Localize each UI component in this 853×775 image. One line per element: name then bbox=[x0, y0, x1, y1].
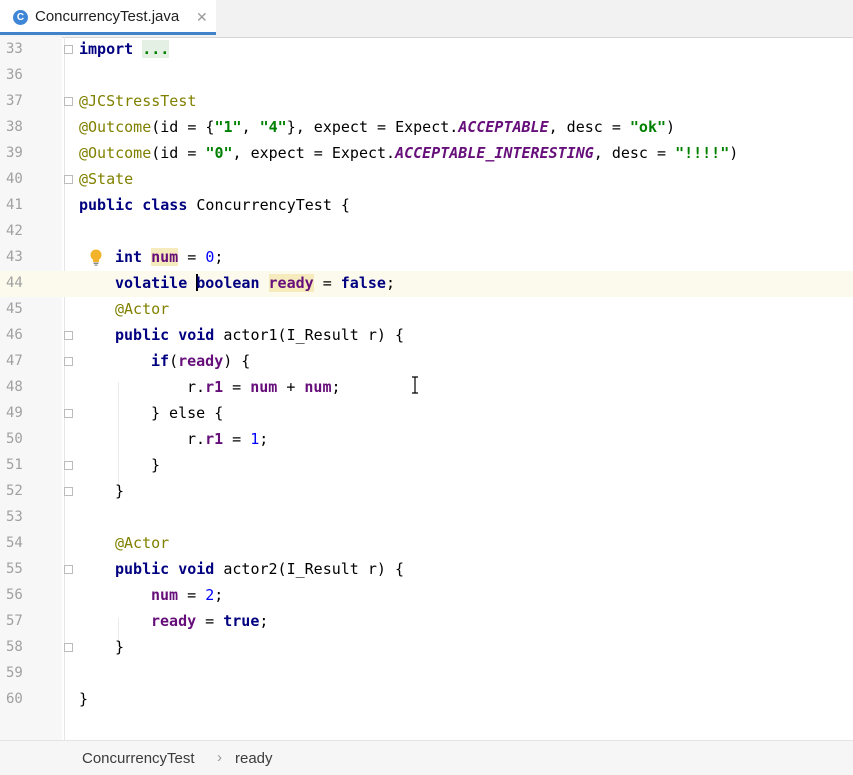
breadcrumb: ConcurrencyTest › ready bbox=[0, 740, 853, 775]
code-text: } bbox=[151, 456, 161, 474]
line-number: 47 bbox=[6, 353, 23, 369]
close-icon[interactable]: ✕ bbox=[196, 9, 208, 26]
code-text: public void actor1(I_Result r) { bbox=[115, 326, 404, 344]
line-number: 56 bbox=[6, 587, 23, 603]
code-line-33: 33 import ... bbox=[0, 37, 853, 63]
code-line-51: 51 } bbox=[0, 453, 853, 479]
code-line-60: 60 } bbox=[0, 687, 853, 713]
java-class-icon: C bbox=[13, 10, 28, 25]
line-number: 41 bbox=[6, 197, 23, 213]
breadcrumb-item-class[interactable]: ConcurrencyTest bbox=[82, 750, 195, 767]
code-line-47: 47 if(ready) { bbox=[0, 349, 853, 375]
code-line-57: 57 ready = true; bbox=[0, 609, 853, 635]
code-text: } bbox=[115, 638, 125, 656]
line-number: 59 bbox=[6, 665, 23, 681]
tab-title: ConcurrencyTest.java bbox=[35, 8, 180, 25]
line-number: 40 bbox=[6, 171, 23, 187]
line-number: 58 bbox=[6, 639, 23, 655]
code-text: } bbox=[79, 690, 89, 708]
code-line-52: 52 } bbox=[0, 479, 853, 505]
folded-imports[interactable]: ... bbox=[142, 40, 170, 58]
code-text: @State bbox=[79, 170, 134, 188]
code-text: @Actor bbox=[115, 534, 170, 552]
fold-toggle-icon[interactable] bbox=[64, 97, 73, 106]
line-number: 48 bbox=[6, 379, 23, 395]
code-text: import ... bbox=[79, 40, 170, 58]
line-number: 60 bbox=[6, 691, 23, 707]
code-line-37: 37 @JCStressTest bbox=[0, 89, 853, 115]
fold-toggle-icon[interactable] bbox=[64, 409, 73, 418]
code-editor[interactable]: 33 import ... 36 37 @JCStressTest 38 @Ou… bbox=[0, 37, 853, 740]
code-line-55: 55 public void actor2(I_Result r) { bbox=[0, 557, 853, 583]
fold-toggle-icon[interactable] bbox=[64, 565, 73, 574]
code-text: @Outcome(id = {"1", "4"}, expect = Expec… bbox=[79, 118, 676, 136]
code-line-39: 39 @Outcome(id = "0", expect = Expect.AC… bbox=[0, 141, 853, 167]
code-text: ready = true; bbox=[151, 612, 269, 630]
line-number: 53 bbox=[6, 509, 23, 525]
code-line-41: 41 public class ConcurrencyTest { bbox=[0, 193, 853, 219]
code-text: @Outcome(id = "0", expect = Expect.ACCEP… bbox=[79, 144, 739, 162]
text-cursor-icon bbox=[412, 376, 418, 394]
code-text: } bbox=[115, 482, 125, 500]
line-number: 52 bbox=[6, 483, 23, 499]
fold-toggle-icon[interactable] bbox=[64, 331, 73, 340]
code-text: if(ready) { bbox=[151, 352, 251, 370]
line-number: 57 bbox=[6, 613, 23, 629]
code-text: @Actor bbox=[115, 300, 170, 318]
code-line-43: 43 int num = 0; bbox=[0, 245, 853, 271]
code-line-49: 49 } else { bbox=[0, 401, 853, 427]
line-number: 37 bbox=[6, 93, 23, 109]
line-number: 46 bbox=[6, 327, 23, 343]
tab-concurrencytest-java[interactable]: C ConcurrencyTest.java ✕ bbox=[0, 0, 216, 35]
line-number: 45 bbox=[6, 301, 23, 317]
code-text: @JCStressTest bbox=[79, 92, 197, 110]
code-line-54: 54 @Actor bbox=[0, 531, 853, 557]
code-line-59: 59 bbox=[0, 661, 853, 687]
code-line-50: 50 r.r1 = 1; bbox=[0, 427, 853, 453]
editor-tab-bar: C ConcurrencyTest.java ✕ bbox=[0, 0, 853, 38]
breadcrumb-separator-icon: › bbox=[217, 749, 222, 766]
code-text: public void actor2(I_Result r) { bbox=[115, 560, 404, 578]
code-line-42: 42 bbox=[0, 219, 853, 245]
code-text: r.r1 = 1; bbox=[187, 430, 269, 448]
line-number: 44 bbox=[6, 275, 23, 291]
line-number: 54 bbox=[6, 535, 23, 551]
line-number: 49 bbox=[6, 405, 23, 421]
line-number: 51 bbox=[6, 457, 23, 473]
line-number: 42 bbox=[6, 223, 23, 239]
line-number: 43 bbox=[6, 249, 23, 265]
line-number: 33 bbox=[6, 41, 23, 57]
code-text: num = 2; bbox=[151, 586, 224, 604]
line-number: 50 bbox=[6, 431, 23, 447]
line-number: 36 bbox=[6, 67, 23, 83]
code-line-45: 45 @Actor bbox=[0, 297, 853, 323]
fold-toggle-icon[interactable] bbox=[64, 643, 73, 652]
fold-toggle-icon[interactable] bbox=[64, 357, 73, 366]
code-line-46: 46 public void actor1(I_Result r) { bbox=[0, 323, 853, 349]
code-line-44: 44 volatile boolean ready = false; bbox=[0, 271, 853, 297]
line-number: 39 bbox=[6, 145, 23, 161]
line-number: 38 bbox=[6, 119, 23, 135]
fold-toggle-icon[interactable] bbox=[64, 461, 73, 470]
breadcrumb-item-field[interactable]: ready bbox=[235, 750, 273, 767]
code-text: int num = 0; bbox=[115, 248, 224, 266]
code-text: volatile boolean ready = false; bbox=[115, 274, 395, 292]
fold-toggle-icon[interactable] bbox=[64, 175, 73, 184]
lightbulb-icon[interactable] bbox=[89, 249, 103, 266]
code-line-56: 56 num = 2; bbox=[0, 583, 853, 609]
code-line-53: 53 bbox=[0, 505, 853, 531]
code-text: } else { bbox=[151, 404, 224, 422]
code-line-48: 48 r.r1 = num + num; bbox=[0, 375, 853, 401]
fold-toggle-icon[interactable] bbox=[64, 487, 73, 496]
code-line-38: 38 @Outcome(id = {"1", "4"}, expect = Ex… bbox=[0, 115, 853, 141]
fold-toggle-icon[interactable] bbox=[64, 45, 73, 54]
code-line-36: 36 bbox=[0, 63, 853, 89]
code-line-40: 40 @State bbox=[0, 167, 853, 193]
code-line-58: 58 } bbox=[0, 635, 853, 661]
code-text: public class ConcurrencyTest { bbox=[79, 196, 350, 214]
line-number: 55 bbox=[6, 561, 23, 577]
code-text: r.r1 = num + num; bbox=[187, 378, 341, 396]
